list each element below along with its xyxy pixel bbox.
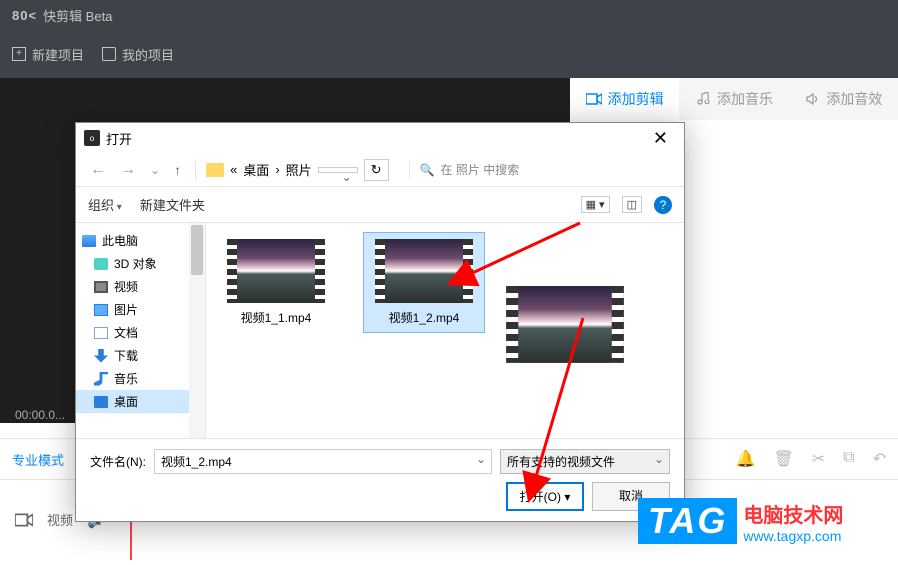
dialog-app-icon: o <box>84 130 100 146</box>
downloads-icon <box>94 349 108 363</box>
breadcrumb-folder[interactable]: 照片 <box>286 160 312 179</box>
search-input[interactable]: 🔍 在 照片 中搜索 <box>409 161 674 178</box>
filename-input[interactable]: 视频1_2.mp4 <box>154 449 492 474</box>
music-icon <box>695 92 711 106</box>
dialog-nav: ← → ⌄ ↑ « 桌面 › 照片 ↻ 🔍 在 照片 中搜索 <box>76 153 684 187</box>
filetype-select[interactable]: 所有支持的视频文件 <box>500 449 670 474</box>
separator <box>195 160 196 180</box>
drag-preview <box>506 286 624 370</box>
refresh-icon[interactable]: ↻ <box>364 159 389 181</box>
mode-tools: 🔔 🗑 ✂ ⧉ ↶ <box>736 449 886 469</box>
new-project-button[interactable]: + 新建项目 <box>12 45 84 64</box>
dialog-body: 此电脑 3D 对象 视频 图片 文档 下载 音乐 桌面 视频1_1.mp4 视频… <box>76 223 684 438</box>
video-track-icon <box>15 513 33 527</box>
folder-icon <box>102 47 116 61</box>
nav-history-icon[interactable]: ⌄ <box>146 163 164 177</box>
new-project-label: 新建项目 <box>32 45 84 64</box>
my-projects-label: 我的项目 <box>122 45 174 64</box>
preview-pane-button[interactable]: ◫ <box>622 196 642 213</box>
sfx-icon <box>804 92 820 106</box>
sidebar-item-desktop[interactable]: 桌面 <box>76 390 205 413</box>
bell-icon[interactable]: 🔔 <box>736 449 756 469</box>
pictures-icon <box>94 304 108 316</box>
view-mode-dropdown[interactable]: ▦ ▾ <box>581 196 610 213</box>
pc-icon <box>82 235 96 247</box>
file-name: 视频1_2.mp4 <box>370 309 478 326</box>
tab-add-music[interactable]: 添加音乐 <box>679 78 788 120</box>
search-icon: 🔍 <box>420 163 435 177</box>
sidebar-item-pictures[interactable]: 图片 <box>76 298 205 321</box>
breadcrumb-desktop[interactable]: 桌面 <box>243 160 269 179</box>
folder-icon <box>206 163 224 177</box>
tab-add-music-label: 添加音乐 <box>717 89 773 109</box>
sidebar-item-downloads[interactable]: 下载 <box>76 344 205 367</box>
watermark: TAG 电脑技术网 www.tagxp.com <box>638 498 843 544</box>
nav-up-icon[interactable]: ↑ <box>170 162 185 178</box>
dialog-title: 打开 <box>106 129 132 148</box>
organize-button[interactable]: 组织 <box>88 195 122 214</box>
video-clip-icon <box>586 92 602 106</box>
undo-icon[interactable]: ↶ <box>873 449 886 469</box>
my-projects-button[interactable]: 我的项目 <box>102 45 174 64</box>
nav-forward-icon[interactable]: → <box>116 161 140 179</box>
app-logo: 80< <box>12 8 37 23</box>
app-toolbar: + 新建项目 我的项目 <box>0 30 898 78</box>
video-track-label: 视频 <box>47 510 73 529</box>
watermark-line1: 电脑技术网 <box>743 499 843 528</box>
video-folder-icon <box>94 281 108 293</box>
dialog-toolbar: 组织 新建文件夹 ▦ ▾ ◫ ? <box>76 187 684 223</box>
sidebar-item-documents[interactable]: 文档 <box>76 321 205 344</box>
sidebar-item-music[interactable]: 音乐 <box>76 367 205 390</box>
help-icon[interactable]: ? <box>654 196 672 214</box>
breadcrumb-dropdown[interactable] <box>318 167 358 173</box>
3d-icon <box>94 258 108 270</box>
video-thumbnail-icon <box>227 239 325 303</box>
new-folder-button[interactable]: 新建文件夹 <box>140 195 205 214</box>
trash-icon[interactable]: 🗑 <box>773 449 793 469</box>
search-placeholder: 在 照片 中搜索 <box>441 161 520 178</box>
sidebar-item-videos[interactable]: 视频 <box>76 275 205 298</box>
file-item[interactable]: 视频1_1.mp4 <box>216 233 336 332</box>
video-thumbnail-icon <box>375 239 473 303</box>
sidebar-item-this-pc[interactable]: 此电脑 <box>76 229 205 252</box>
dialog-sidebar: 此电脑 3D 对象 视频 图片 文档 下载 音乐 桌面 <box>76 223 206 438</box>
nav-back-icon[interactable]: ← <box>86 161 110 179</box>
pro-mode-link[interactable]: 专业模式 <box>12 450 64 469</box>
tab-add-sfx-label: 添加音效 <box>826 89 882 109</box>
breadcrumb-sep: › <box>275 162 279 177</box>
desktop-icon <box>94 396 108 408</box>
app-titlebar: 80< 快剪辑 Beta <box>0 0 898 30</box>
dialog-footer: 文件名(N): 视频1_2.mp4 所有支持的视频文件 打开(O) ▾ 取消 <box>76 438 684 521</box>
tab-add-sfx[interactable]: 添加音效 <box>789 78 898 120</box>
watermark-tag: TAG <box>638 498 737 544</box>
watermark-line2: www.tagxp.com <box>743 528 843 544</box>
scissors-icon[interactable]: ✂ <box>812 449 825 469</box>
documents-icon <box>94 327 108 339</box>
dialog-titlebar: o 打开 ✕ <box>76 123 684 153</box>
tab-add-clip[interactable]: 添加剪辑 <box>570 78 679 120</box>
time-display: 00:00.0... <box>15 408 65 422</box>
file-item-selected[interactable]: 视频1_2.mp4 <box>364 233 484 332</box>
file-name: 视频1_1.mp4 <box>222 309 330 326</box>
plus-icon: + <box>12 47 26 61</box>
music-folder-icon <box>94 372 108 386</box>
breadcrumb-sep: « <box>230 162 237 177</box>
sidebar-item-3d-objects[interactable]: 3D 对象 <box>76 252 205 275</box>
scrollbar[interactable] <box>189 223 205 438</box>
open-button[interactable]: 打开(O) ▾ <box>506 482 584 511</box>
app-title: 快剪辑 Beta <box>43 6 112 25</box>
close-icon[interactable]: ✕ <box>645 128 676 149</box>
file-list[interactable]: 视频1_1.mp4 视频1_2.mp4 <box>206 223 684 438</box>
tab-add-clip-label: 添加剪辑 <box>608 89 664 109</box>
copy-icon[interactable]: ⧉ <box>843 449 854 469</box>
file-open-dialog: o 打开 ✕ ← → ⌄ ↑ « 桌面 › 照片 ↻ 🔍 在 照片 中搜索 组织… <box>75 122 685 522</box>
filename-label: 文件名(N): <box>90 453 146 470</box>
